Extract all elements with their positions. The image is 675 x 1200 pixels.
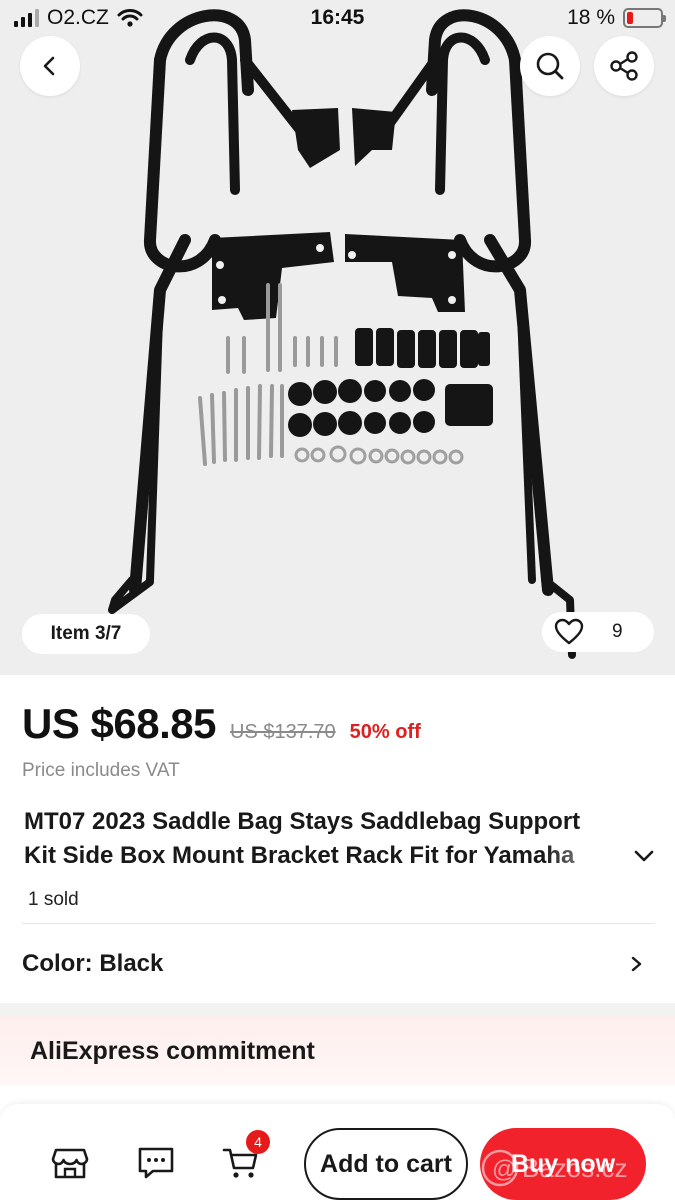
store-icon[interactable] bbox=[50, 1142, 90, 1182]
price-row: US $68.85 US $137.70 50% off bbox=[22, 700, 421, 748]
original-price: US $137.70 bbox=[229, 721, 336, 743]
gallery-indicator-label: Item 3/7 bbox=[50, 623, 122, 644]
color-selector[interactable]: Color: Black bbox=[22, 946, 655, 982]
chat-icon[interactable] bbox=[136, 1142, 176, 1182]
svg-text:@: @ bbox=[492, 1156, 516, 1183]
sold-count: 1 sold bbox=[28, 889, 79, 910]
status-bar: O2.CZ 16:45 18 % bbox=[0, 0, 675, 38]
vat-note: Price includes VAT bbox=[22, 760, 180, 781]
product-title[interactable]: MT07 2023 Saddle Bag Stays Saddlebag Sup… bbox=[24, 805, 630, 873]
search-icon bbox=[536, 52, 564, 80]
product-image[interactable]: O2.CZ 16:45 18 % Item 3/7 9 bbox=[0, 0, 675, 675]
battery-percent: 18 % bbox=[567, 6, 615, 29]
discount-badge: 50% off bbox=[349, 721, 421, 743]
product-title-line-1: MT07 2023 Saddle Bag Stays Saddlebag Sup… bbox=[24, 808, 581, 835]
share-icon bbox=[610, 51, 638, 81]
search-button[interactable] bbox=[520, 36, 580, 96]
product-photo bbox=[108, 9, 576, 659]
back-button[interactable] bbox=[20, 36, 80, 96]
chevron-down-icon[interactable] bbox=[632, 846, 656, 866]
battery-level bbox=[627, 12, 633, 24]
chevron-right-icon bbox=[631, 956, 642, 972]
gallery-indicator: Item 3/7 bbox=[22, 614, 150, 654]
commitment-section[interactable]: AliExpress commitment bbox=[0, 1015, 675, 1085]
back-icon bbox=[43, 56, 55, 76]
battery-icon bbox=[623, 8, 666, 28]
color-label: Color: Black bbox=[22, 950, 164, 977]
add-to-cart-button[interactable]: Add to cart bbox=[304, 1128, 468, 1200]
wishlist-count: 9 bbox=[612, 621, 623, 642]
section-separator bbox=[0, 1003, 675, 1015]
wishlist-button[interactable]: 9 bbox=[542, 612, 654, 652]
cart-count-badge: 4 bbox=[246, 1130, 270, 1154]
share-button[interactable] bbox=[594, 36, 654, 96]
svg-text:Bazos.cz: Bazos.cz bbox=[522, 1153, 628, 1183]
commitment-title: AliExpress commitment bbox=[30, 1037, 315, 1065]
current-price: US $68.85 bbox=[22, 700, 216, 747]
watermark-logo: @ Bazos.cz bbox=[481, 1149, 628, 1187]
divider bbox=[22, 923, 655, 924]
heart-icon bbox=[554, 618, 584, 645]
product-title-line-2: Kit Side Box Mount Bracket Rack Fit for … bbox=[24, 842, 575, 869]
